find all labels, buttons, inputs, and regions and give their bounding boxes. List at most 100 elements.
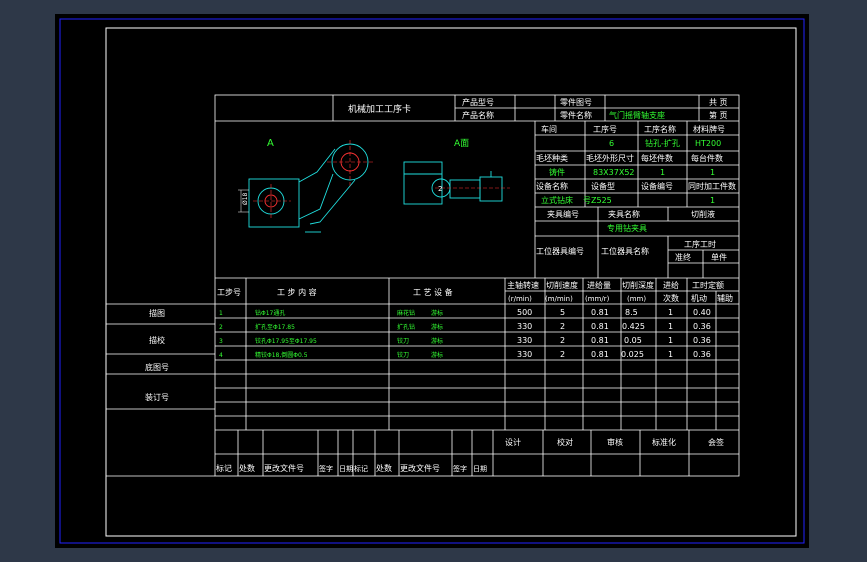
row-gauge: 游标	[431, 351, 443, 359]
card-title: 机械加工工序卡	[348, 103, 411, 115]
rev-date-2: 日期	[473, 465, 487, 473]
material-value: HT200	[695, 139, 721, 148]
equip-no-label: 设备编号	[641, 181, 673, 191]
row-step: 3	[219, 338, 223, 345]
col-speed: 主轴转速	[507, 280, 539, 290]
row-tool: 铰刀	[397, 337, 409, 345]
simul-value: 1	[710, 196, 715, 205]
col-passes: 进给	[663, 280, 679, 290]
row-feed: 0.81	[591, 322, 609, 331]
row-content: 钻Φ17通孔	[255, 309, 285, 317]
side-label-check: 描校	[149, 335, 165, 345]
row-cut: 5	[560, 308, 565, 317]
row-gauge: 游标	[431, 337, 443, 345]
per-unit-label: 每台件数	[691, 153, 723, 163]
simul-label: 同时加工件数	[688, 181, 736, 191]
row-speed: 330	[517, 322, 532, 331]
row-step: 2	[219, 324, 223, 331]
material-label: 材料牌号	[693, 124, 725, 134]
col-content: 工 步 内 容	[277, 287, 317, 297]
op-time-label: 工序工时	[684, 239, 716, 249]
product-model-label: 产品型号	[462, 97, 494, 107]
rev-docno-1: 更改文件号	[264, 463, 304, 473]
station-name-label: 工位器具名称	[601, 246, 649, 256]
rev-count-2: 处数	[376, 463, 392, 473]
equip-name-label: 设备名称	[536, 181, 568, 191]
col-cut-speed-unit: (m/min)	[545, 295, 573, 303]
row-time: 0.36	[693, 322, 711, 331]
row-cut: 2	[560, 350, 565, 359]
approval-check: 校对	[557, 437, 573, 447]
op-no-value: 6	[609, 139, 614, 148]
per-unit-value: 1	[710, 168, 715, 177]
col-speed-unit: (r/min)	[508, 295, 532, 303]
row-passes: 1	[668, 336, 673, 345]
col-feed: 进给量	[587, 280, 611, 290]
row-time: 0.36	[693, 350, 711, 359]
dimension-label: Ø18	[242, 192, 249, 205]
row-depth: 0.425	[622, 322, 645, 331]
approval-review: 审核	[607, 437, 623, 447]
rev-docno-2: 更改文件号	[400, 463, 440, 473]
front-view	[248, 143, 369, 233]
rev-date-1: 日期	[339, 465, 353, 473]
blank-type-label: 毛坯种类	[536, 153, 568, 163]
side-label-trace: 描图	[149, 308, 165, 318]
col-cut-speed: 切削速度	[546, 280, 578, 290]
cad-drawing-canvas: 机械加工工序卡 产品型号 产品名称 零件图号 零件名称 气门摇臂轴支座 共 页 …	[55, 14, 809, 548]
col-aux: 辅助	[717, 293, 733, 303]
per-blank-label: 每坯件数	[641, 153, 673, 163]
station-no-label: 工位器具编号	[536, 246, 584, 256]
total-pages-label: 共 页	[709, 98, 728, 107]
op-row-3: 3 铰孔Φ17.95至Φ17.95 铰刀 游标 330 2 0.81 0.05 …	[219, 336, 711, 345]
col-machine: 机动	[691, 293, 707, 303]
row-speed: 500	[517, 308, 532, 317]
row-time: 0.40	[693, 308, 711, 317]
row-passes: 1	[668, 308, 673, 317]
op-name-value: 钻孔-扩孔	[645, 138, 680, 148]
col-step: 工步号	[217, 288, 241, 297]
unit-label: 单件	[711, 252, 727, 262]
col-equip: 工 艺 设 备	[413, 287, 453, 297]
op-name-label: 工序名称	[644, 124, 676, 134]
row-passes: 1	[668, 322, 673, 331]
row-speed: 330	[517, 336, 532, 345]
row-depth: 8.5	[625, 308, 638, 317]
part-name-value: 气门摇臂轴支座	[609, 110, 665, 120]
row-depth: 0.025	[621, 350, 644, 359]
row-tool: 扩孔钻	[397, 323, 415, 331]
approval-design: 设计	[505, 437, 521, 447]
row-tool: 铰刀	[397, 351, 409, 359]
part-no-label: 零件图号	[560, 97, 592, 107]
col-depth-unit: (mm)	[627, 295, 646, 303]
row-content: 铰孔Φ17.95至Φ17.95	[255, 337, 317, 345]
row-feed: 0.81	[591, 350, 609, 359]
row-feed: 0.81	[591, 336, 609, 345]
col-depth: 切削深度	[622, 280, 654, 290]
side-label-binding: 装订号	[145, 392, 169, 402]
op-row-4: 4 精铰Φ18,倒圆Φ0.5 铰刀 游标 330 2 0.81 0.025 1 …	[219, 350, 711, 359]
process-card-sheet: 机械加工工序卡 产品型号 产品名称 零件图号 零件名称 气门摇臂轴支座 共 页 …	[59, 18, 805, 544]
row-tool: 麻花钻	[397, 309, 415, 317]
row-step: 4	[219, 352, 223, 359]
side-label-base: 底图号	[145, 362, 169, 372]
op-no-label: 工序号	[593, 124, 617, 134]
product-name-label: 产品名称	[462, 110, 494, 120]
col-time: 工时定额	[692, 280, 724, 290]
equip-name-value: 立式钻床	[541, 195, 573, 205]
per-blank-value: 1	[660, 168, 665, 177]
row-content: 精铰Φ18,倒圆Φ0.5	[255, 351, 308, 359]
approval-countersign: 会签	[708, 437, 724, 447]
rev-sign-2: 签字	[453, 464, 467, 473]
page-no-label: 第 页	[709, 110, 728, 120]
op-row-2: 2 扩孔至Φ17.85 扩孔钻 游标 330 2 0.81 0.425 1 0.…	[219, 322, 711, 331]
op-row-1: 1 钻Φ17通孔 麻花钻 游标 500 5 0.81 8.5 1 0.40	[219, 308, 711, 317]
row-feed: 0.81	[591, 308, 609, 317]
rev-count-1: 处数	[239, 463, 255, 473]
row-step: 1	[219, 310, 223, 317]
fixture-name-value: 专用钻夹具	[607, 223, 647, 233]
coolant-label: 切削液	[691, 209, 715, 219]
row-time: 0.36	[693, 336, 711, 345]
part-drawing: A A面 Ø18 2	[238, 138, 510, 233]
blank-size-label: 毛坯外形尺寸	[586, 153, 634, 163]
